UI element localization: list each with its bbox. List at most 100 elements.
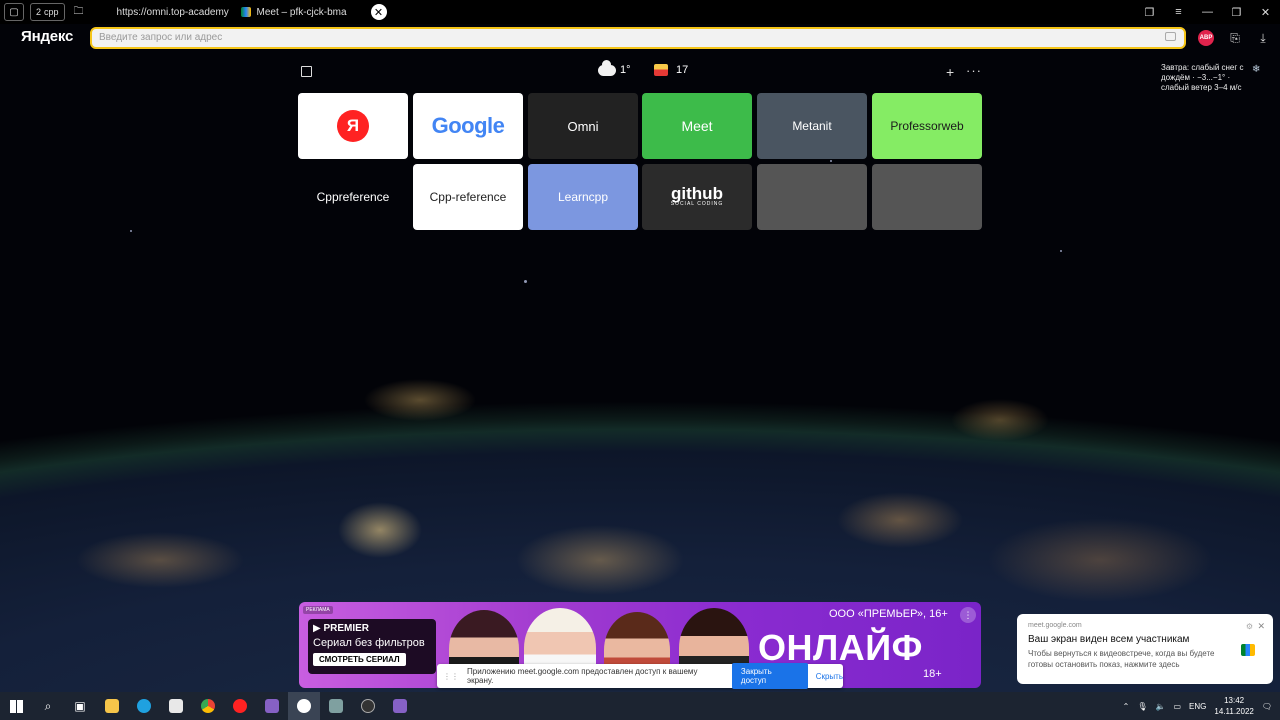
weather-widget[interactable]: 1°: [598, 58, 631, 76]
tile-cppreference[interactable]: Cppreference: [298, 164, 408, 230]
clock[interactable]: 13:42 14.11.2022: [1214, 695, 1253, 717]
tile-cpp-reference[interactable]: Cpp-reference: [413, 164, 523, 230]
screen-share-bar: ⋮⋮ Приложению meet.google.com предоставл…: [437, 663, 843, 689]
star: [524, 280, 527, 283]
microphone-icon[interactable]: 🎙: [1137, 702, 1147, 711]
tab-group-label: cpp: [44, 7, 59, 17]
edge-icon[interactable]: [128, 692, 160, 720]
tile-meet[interactable]: Meet: [642, 93, 752, 159]
tile-empty[interactable]: [757, 164, 867, 230]
meet-favicon-icon: [240, 7, 251, 17]
close-tab-icon[interactable]: ✕: [370, 4, 387, 20]
ad-company: ООО «ПРЕМЬЕР», 16+: [829, 608, 948, 620]
notification-source: meet.google.com: [1028, 622, 1082, 629]
network-icon[interactable]: ▭: [1173, 702, 1181, 711]
tile-empty[interactable]: [872, 164, 982, 230]
date: 14.11.2022: [1214, 707, 1254, 716]
calendar-icon[interactable]: [301, 66, 312, 77]
system-tray: ⌃ 🎙 🔈 ▭ ENG 13:42 14.11.2022 🗨: [1123, 692, 1280, 720]
ad-brand: ▶ PREMIER: [313, 623, 370, 634]
chevron-up-icon[interactable]: ⌃: [1123, 702, 1130, 711]
minimize-icon[interactable]: —: [1193, 6, 1222, 18]
mail-widget[interactable]: 17: [654, 64, 688, 76]
store-icon[interactable]: [160, 692, 192, 720]
tile-label: Cppreference: [316, 190, 390, 204]
tab-omni[interactable]: https://omni.top-academy: [101, 0, 231, 24]
folder-icon[interactable]: 🗀: [69, 3, 89, 21]
tile-professorweb[interactable]: Professorweb: [872, 93, 982, 159]
tile-metanit[interactable]: Metanit: [757, 93, 867, 159]
download-icon[interactable]: ⤓: [1255, 30, 1271, 46]
search-icon[interactable]: ⌕: [32, 692, 64, 720]
omnibox[interactable]: [90, 27, 1186, 49]
tile-yandex[interactable]: Я: [298, 93, 408, 159]
drag-handle-icon[interactable]: ⋮⋮: [443, 672, 459, 681]
volume-icon[interactable]: 🔈: [1156, 702, 1166, 711]
ad-headline: Сериал без фильтров: [313, 637, 425, 649]
taskbar: ⌕ ▣ ⌃ 🎙 🔈 ▭ ENG 13:42 14.11.2022 🗨: [0, 692, 1280, 720]
mail-count: 17: [676, 64, 689, 76]
yandex-icon[interactable]: [224, 692, 256, 720]
notification-body: Чтобы вернуться к видеовстрече, когда вы…: [1028, 649, 1215, 669]
google-meet-icon: [1241, 644, 1255, 656]
more-icon[interactable]: ···: [966, 63, 982, 78]
window-controls: ❐ ≡ — ❐ ✕: [1135, 0, 1280, 24]
tab-group-count: 2: [36, 7, 42, 17]
restore-icon[interactable]: ❐: [1222, 6, 1251, 19]
tile-label: Meet: [681, 118, 713, 134]
hide-button[interactable]: Скрыть: [816, 672, 843, 681]
start-icon[interactable]: [0, 692, 32, 720]
watch-series-button[interactable]: СМОТРЕТЬ СЕРИАЛ: [313, 653, 406, 666]
github-tagline: SOCIAL CODING: [670, 201, 724, 207]
collections-icon[interactable]: ⎘: [1227, 30, 1243, 46]
tile-google[interactable]: Google: [413, 93, 523, 159]
visual-studio-icon[interactable]: [384, 692, 416, 720]
yandex-browser-icon[interactable]: [288, 692, 320, 720]
github-logo: github SOCIAL CODING: [670, 185, 724, 207]
close-icon[interactable]: ✕: [1257, 621, 1265, 632]
tile-omni[interactable]: Omni: [528, 93, 638, 159]
notification-title: Ваш экран виден всем участникам: [1028, 634, 1190, 645]
star: [830, 160, 832, 162]
yandex-logo[interactable]: Яндекс: [21, 28, 73, 45]
tile-label: Cpp-reference: [429, 190, 507, 204]
chrome-icon[interactable]: [192, 692, 224, 720]
menu-icon[interactable]: ≡: [1164, 6, 1193, 18]
ad-close-icon[interactable]: ⋮: [960, 607, 976, 623]
star: [130, 230, 132, 232]
bookmark-icon[interactable]: ❐: [1135, 6, 1164, 19]
obs-icon[interactable]: [352, 692, 384, 720]
tabs-menu-icon[interactable]: ▢: [4, 3, 24, 21]
time: 13:42: [1224, 696, 1245, 705]
adblock-icon[interactable]: ABP: [1198, 30, 1214, 46]
ad-tag: РЕКЛАМА: [303, 606, 333, 614]
tab-strip: ▢ 2 cpp 🗀 https://omni.top-academy Meet …: [0, 0, 1280, 24]
snow-icon: ❄: [1252, 64, 1261, 75]
temperature: 1°: [620, 64, 631, 76]
add-tile-icon[interactable]: +: [946, 64, 954, 80]
visual-studio-icon[interactable]: [256, 692, 288, 720]
tile-learncpp[interactable]: Learncpp: [528, 164, 638, 230]
star: [1060, 250, 1062, 252]
search-input[interactable]: [99, 32, 1139, 43]
task-view-icon[interactable]: ▣: [64, 692, 96, 720]
cloud-icon: [598, 58, 616, 76]
tab-meet[interactable]: Meet – pfk-cjck-bma: [231, 0, 371, 24]
notifications-icon[interactable]: 🗨: [1262, 702, 1272, 711]
camera-icon[interactable]: [1165, 32, 1176, 41]
tab-title: https://omni.top-academy: [116, 6, 229, 18]
file-explorer-icon[interactable]: [96, 692, 128, 720]
stop-sharing-button[interactable]: Закрыть доступ: [731, 663, 808, 689]
ad-age-rating: 18+: [923, 668, 942, 680]
tile-github[interactable]: github SOCIAL CODING: [642, 164, 752, 230]
tile-label: Professorweb: [890, 119, 964, 133]
close-window-icon[interactable]: ✕: [1251, 6, 1280, 19]
tab-group[interactable]: 2 cpp: [30, 3, 65, 21]
ad-card: ▶ PREMIER Сериал без фильтров СМОТРЕТЬ С…: [308, 619, 436, 674]
language-indicator[interactable]: ENG: [1189, 702, 1206, 711]
meet-notification[interactable]: meet.google.com ⚙ ✕ Ваш экран виден всем…: [1017, 614, 1273, 684]
yandex-icon: Я: [337, 110, 369, 142]
forecast-text[interactable]: Завтра: слабый снег с дождём · −3...−1° …: [1161, 63, 1259, 93]
settings-icon[interactable]: ⚙: [1246, 622, 1253, 631]
app-icon[interactable]: [320, 692, 352, 720]
